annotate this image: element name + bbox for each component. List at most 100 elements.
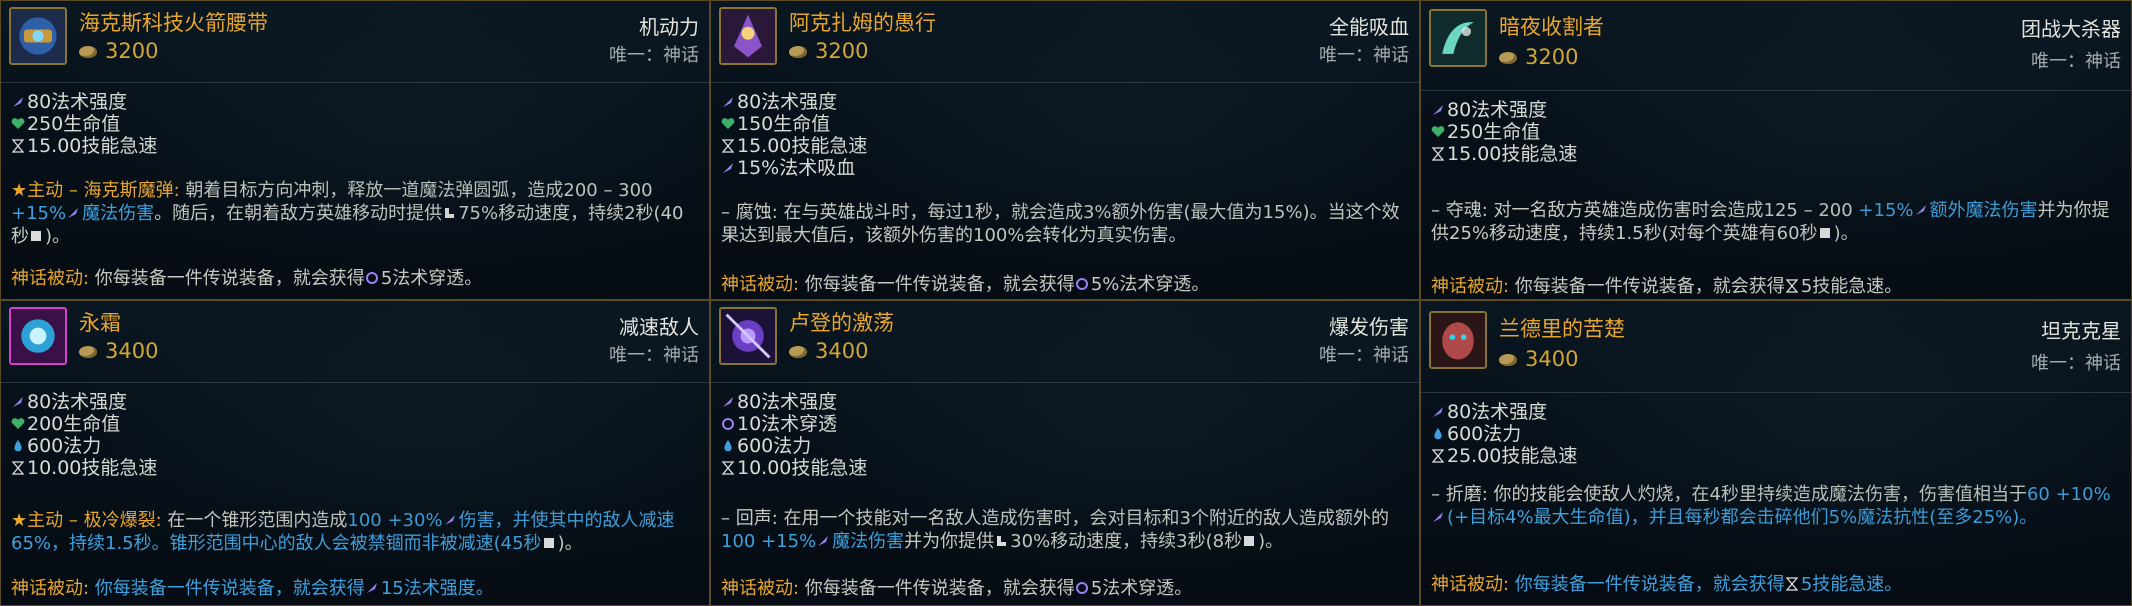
stat-health: 250生命值 [11,113,157,135]
ability-power-icon [13,397,23,407]
stat-health: 200生命值 [11,413,157,435]
stat-list: 80法术强度 150生命值 15.00技能急速 15%法术吸血 [721,91,867,179]
gold-coin-icon [789,46,807,58]
item-icon-riftmaker [719,7,777,65]
item-icon-liandrys-anguish [1429,311,1487,369]
item-icon-everfrost [9,307,67,365]
hourglass-icon [1431,449,1445,463]
mythic-passive: 神话被动: 你每装备一件传说装备，就会获得 5技能急速。 [1431,574,1903,595]
item-icon-night-harvester [1429,9,1487,67]
item-name: 兰德里的苦楚 [1499,317,1625,341]
item-unique: 唯一：神话 [1319,345,1409,366]
item-unique: 唯一：神话 [2031,353,2121,374]
item-name: 卢登的激荡 [789,311,894,335]
stat-list: 80法术强度 250生命值 15.00技能急速 [11,91,157,157]
stat-ability-power: 80法术强度 [721,391,867,413]
active-description: ★主动 – 海克斯魔弹: 朝着目标方向冲刺，释放一道魔法弹圆弧，造成200 – … [11,180,684,247]
ability-power-icon [444,515,455,525]
stat-list: 80法术强度 600法力 25.00技能急速 [1431,401,1577,467]
item-cost: 3200 [79,39,158,63]
item-tag: 爆发伤害 [1329,315,1409,339]
item-name: 阿克扎姆的愚行 [789,11,936,35]
cooldown-icon [1244,536,1255,546]
passive-description: – 夺魂: 对一名敌方英雄造成伤害时会造成125 – 200 +15% 额外魔法伤… [1431,200,2110,244]
cost-value: 3200 [105,39,159,63]
item-cost: 3400 [789,339,868,363]
item-icon-hextech-rocketbelt [9,7,67,65]
card-header: 卢登的激荡 3400 爆发伤害 唯一：神话 [711,301,1419,383]
stat-ability-haste: 10.00技能急速 [11,457,157,479]
item-card-grid: 海克斯科技火箭腰带 3200 机动力 唯一：神话 80法术强度 250生命值 1… [0,0,2132,606]
hourglass-icon [721,461,735,475]
item-cost: 3400 [1499,347,1578,371]
health-heart-icon [11,118,25,129]
item-card-ludens-tempest[interactable]: 卢登的激荡 3400 爆发伤害 唯一：神话 80法术强度 10法术穿透 600法… [710,300,1420,606]
card-header: 阿克扎姆的愚行 3200 全能吸血 唯一：神话 [711,1,1419,83]
gold-coin-icon [1499,52,1517,64]
item-name: 海克斯科技火箭腰带 [79,11,268,35]
item-card-everfrost[interactable]: 永霜 3400 减速敌人 唯一：神话 80法术强度 200生命值 600法力 1… [0,300,710,606]
cooldown-icon [543,538,554,548]
cooldown-icon [31,231,41,241]
stat-mana: 600法力 [721,435,867,457]
ability-power-icon [723,97,733,107]
stat-ability-power: 80法术强度 [1431,99,1577,121]
stat-ability-haste: 15.00技能急速 [721,135,867,157]
item-cost: 3200 [1499,45,1578,69]
item-card-night-harvester[interactable]: 暗夜收割者 3200 团战大杀器 唯一：神话 80法术强度 250生命值 15.… [1420,0,2132,300]
health-heart-icon [1431,126,1445,137]
stat-ability-haste: 25.00技能急速 [1431,445,1577,467]
card-header: 永霜 3400 减速敌人 唯一：神话 [1,301,709,383]
stat-ability-power: 80法术强度 [11,91,157,113]
item-unique: 唯一：神话 [609,45,699,66]
passive-description: – 折磨: 你的技能会使敌人灼烧，在4秒里持续造成魔法伤害，伤害值相当于60 +… [1431,484,2111,528]
stat-list: 80法术强度 250生命值 15.00技能急速 [1431,99,1577,165]
boots-icon [445,208,455,218]
item-unique: 唯一：神话 [2031,51,2121,72]
mana-drop-icon [1434,428,1442,440]
boots-icon [997,536,1007,546]
active-label: ★主动 – 海克斯魔弹: [11,180,180,201]
health-heart-icon [721,118,735,129]
omnivamp-icon [723,163,733,173]
item-tag: 减速敌人 [619,315,699,339]
item-tag: 坦克克星 [2041,319,2121,343]
health-heart-icon [11,418,25,429]
item-tag: 团战大杀器 [2021,17,2121,41]
ability-power-icon [818,536,829,546]
gold-coin-icon [789,346,807,358]
card-header: 兰德里的苦楚 3400 坦克克星 唯一：神话 [1421,301,2131,393]
mythic-passive: 神话被动: 你每装备一件传说装备，就会获得 5法术穿透。 [721,578,1193,599]
ability-power-icon [723,397,733,407]
item-tag: 机动力 [639,15,699,39]
ability-power-icon [13,97,23,107]
hourglass-icon [11,139,25,153]
mythic-passive: 神话被动: 你每装备一件传说装备，就会获得 5法术穿透。 [11,268,483,289]
stat-ability-haste: 15.00技能急速 [11,135,157,157]
item-name: 永霜 [79,311,121,335]
hourglass-icon [11,461,25,475]
item-unique: 唯一：神话 [1319,45,1409,66]
stat-ability-power: 80法术强度 [721,91,867,113]
mana-drop-icon [14,440,22,452]
mana-drop-icon [724,440,732,452]
item-card-liandrys-anguish[interactable]: 兰德里的苦楚 3400 坦克克星 唯一：神话 80法术强度 600法力 25.0… [1420,300,2132,606]
passive-description: – 回声: 在用一个技能对一名敌人造成伤害时，会对目标和3个附近的敌人造成额外的… [721,508,1389,552]
stat-ability-haste: 10.00技能急速 [721,457,867,479]
stat-mana: 600法力 [1431,423,1577,445]
hourglass-icon [1785,279,1799,293]
magic-pen-icon [1075,582,1088,594]
item-card-hextech-rocketbelt[interactable]: 海克斯科技火箭腰带 3200 机动力 唯一：神话 80法术强度 250生命值 1… [0,0,710,300]
stat-mana: 600法力 [11,435,157,457]
item-card-riftmaker[interactable]: 阿克扎姆的愚行 3200 全能吸血 唯一：神话 80法术强度 150生命值 15… [710,0,1420,300]
ability-power-icon [1433,407,1443,417]
stat-magic-pen: 10法术穿透 [721,413,867,435]
hourglass-icon [1785,577,1799,591]
stat-list: 80法术强度 200生命值 600法力 10.00技能急速 [11,391,157,479]
stat-ability-power: 80法术强度 [11,391,157,413]
item-unique: 唯一：神话 [609,345,699,366]
item-name: 暗夜收割者 [1499,15,1604,39]
item-cost: 3400 [79,339,158,363]
cooldown-icon [1819,228,1830,238]
item-tag: 全能吸血 [1329,15,1409,39]
